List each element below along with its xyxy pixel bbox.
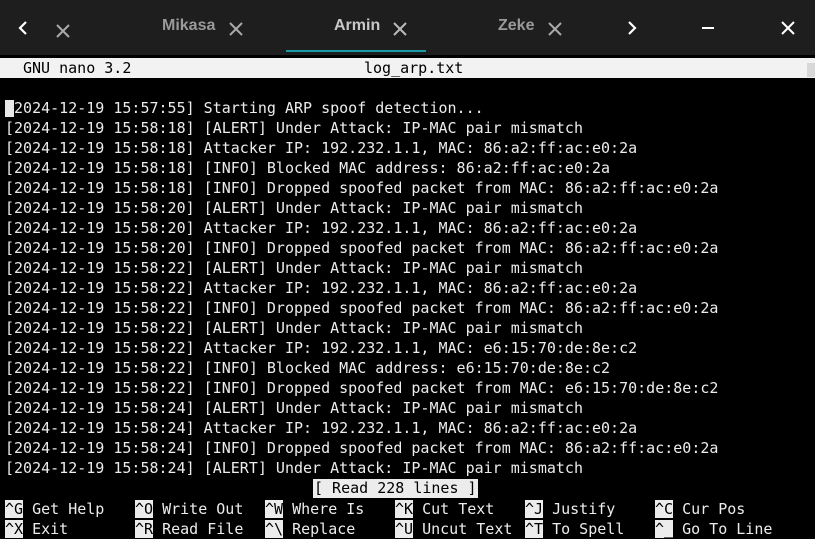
shortcut-row: ^X Exit ^R Read File ^\ Replace ^U Uncut Te…	[5, 519, 815, 539]
shortcut-key: ^R	[135, 520, 154, 538]
shortcut-label: Uncut Text	[422, 520, 513, 538]
log-line: [2024-12-19 15:58:20] Attacker IP: 192.2…	[5, 219, 638, 237]
log-line: [2024-12-19 15:58:22] [INFO] Dropped spo…	[5, 379, 719, 397]
shortcut-label: Exit	[32, 520, 69, 538]
shortcut-item[interactable]: ^K Cut Text	[395, 499, 494, 519]
log-line: [2024-12-19 15:58:18] [INFO] Dropped spo…	[5, 179, 719, 197]
log-line: [2024-12-19 15:58:22] Attacker IP: 192.2…	[5, 339, 638, 357]
log-line: [2024-12-19 15:58:24] [ALERT] Under Atta…	[5, 459, 583, 477]
log-line: [2024-12-19 15:57:55] Starting ARP spoof…	[5, 99, 484, 117]
tab-title: Mikasa	[162, 17, 216, 34]
shortcut-item[interactable]: ^T To Spell	[525, 519, 624, 539]
shortcut-item[interactable]: ^R Read File	[135, 519, 243, 539]
tab-bar: Mikasa Armin Zeke	[0, 0, 815, 55]
text-cursor	[5, 100, 14, 117]
tab-title: Zeke	[498, 17, 535, 34]
nano-version: GNU nano 3.2	[23, 59, 132, 77]
shortcut-label: Go To Line	[682, 520, 773, 538]
log-line: [2024-12-19 15:58:24] Attacker IP: 192.2…	[5, 419, 638, 437]
shortcut-item[interactable]: ^U Uncut Text	[395, 519, 512, 539]
close-icon[interactable]	[393, 22, 407, 36]
tab-zeke[interactable]: Zeke	[480, 0, 600, 55]
shortcut-key: ^W	[265, 500, 284, 518]
close-icon	[781, 20, 795, 35]
active-tab-indicator	[286, 50, 426, 52]
minimize-icon	[702, 26, 714, 29]
tab-mikasa[interactable]: Mikasa	[145, 0, 265, 55]
shortcut-row: ^G Get Help ^O Write Out ^W Where Is ^K Cut…	[5, 499, 815, 519]
shortcut-label: Get Help	[32, 500, 105, 518]
shortcut-label: Write Out	[162, 500, 244, 518]
shortcut-key: ^T	[525, 520, 544, 538]
shortcut-item[interactable]: ^C Cur Pos	[655, 499, 745, 519]
shortcut-key: ^\	[265, 520, 284, 538]
log-line: [2024-12-19 15:58:22] Attacker IP: 192.2…	[5, 279, 638, 297]
log-line: [2024-12-19 15:58:22] [INFO] Dropped spo…	[5, 299, 719, 317]
shortcut-item[interactable]: ^W Where Is	[265, 499, 364, 519]
tab-scroll-right-button[interactable]	[612, 0, 652, 55]
shortcut-label: Read File	[162, 520, 244, 538]
shortcut-key: ^G	[5, 500, 24, 518]
log-line: [2024-12-19 15:58:20] [INFO] Dropped spo…	[5, 239, 719, 257]
log-line: [2024-12-19 15:58:20] [ALERT] Under Atta…	[5, 199, 583, 217]
close-icon[interactable]	[548, 22, 562, 36]
shortcut-key: ^K	[395, 500, 414, 518]
shortcut-key: ^U	[395, 520, 414, 538]
minimize-button[interactable]	[688, 0, 728, 55]
shortcut-item[interactable]: ^J Justify	[525, 499, 615, 519]
tab-title: Armin	[334, 17, 381, 34]
shortcut-item[interactable]: ^_ Go To Line	[655, 519, 772, 539]
log-line: [2024-12-19 15:58:24] [ALERT] Under Atta…	[5, 399, 583, 417]
close-icon[interactable]	[56, 24, 70, 38]
shortcut-label: Justify	[552, 500, 616, 518]
close-icon[interactable]	[229, 22, 243, 36]
shortcut-label: Cur Pos	[682, 500, 746, 518]
log-line: [2024-12-19 15:58:18] [INFO] Blocked MAC…	[5, 159, 611, 177]
file-name: log_arp.txt	[364, 59, 464, 77]
shortcut-item[interactable]: ^X Exit	[5, 519, 68, 539]
shortcut-item[interactable]: ^G Get Help	[5, 499, 104, 519]
close-window-button[interactable]	[768, 0, 808, 55]
shortcut-item[interactable]: ^\ Replace	[265, 519, 355, 539]
shortcut-item[interactable]: ^O Write Out	[135, 499, 243, 519]
log-line: [2024-12-19 15:58:24] [INFO] Dropped spo…	[5, 439, 719, 457]
log-line: [2024-12-19 15:58:22] [ALERT] Under Atta…	[5, 259, 583, 277]
tab-scroll-left-button[interactable]	[3, 0, 43, 55]
log-line: [2024-12-19 15:58:18] Attacker IP: 192.2…	[5, 139, 638, 157]
shortcut-key: ^J	[525, 500, 544, 518]
log-line: [2024-12-19 15:58:22] [ALERT] Under Atta…	[5, 319, 583, 337]
shortcut-label: Where Is	[292, 500, 365, 518]
nano-title-bar: GNU nano 3.2 log_arp.txt	[0, 58, 815, 78]
shortcut-key: ^O	[135, 500, 154, 518]
log-line: [2024-12-19 15:58:18] [ALERT] Under Atta…	[5, 119, 583, 137]
chevron-right-icon	[628, 20, 637, 35]
scrollbar[interactable]	[807, 63, 815, 77]
shortcut-label: Replace	[292, 520, 356, 538]
shortcut-key: ^_	[655, 520, 674, 538]
shortcut-key: ^C	[655, 500, 674, 518]
log-content[interactable]: [2024-12-19 15:57:55] Starting ARP spoof…	[5, 98, 718, 478]
tab-armin[interactable]: Armin	[286, 0, 426, 55]
shortcut-key: ^X	[5, 520, 24, 538]
chevron-left-icon	[18, 20, 27, 35]
shortcut-label: To Spell	[552, 520, 625, 538]
shortcut-label: Cut Text	[422, 500, 495, 518]
log-line: [2024-12-19 15:58:22] [INFO] Blocked MAC…	[5, 359, 611, 377]
status-message: [ Read 228 lines ]	[313, 479, 478, 498]
